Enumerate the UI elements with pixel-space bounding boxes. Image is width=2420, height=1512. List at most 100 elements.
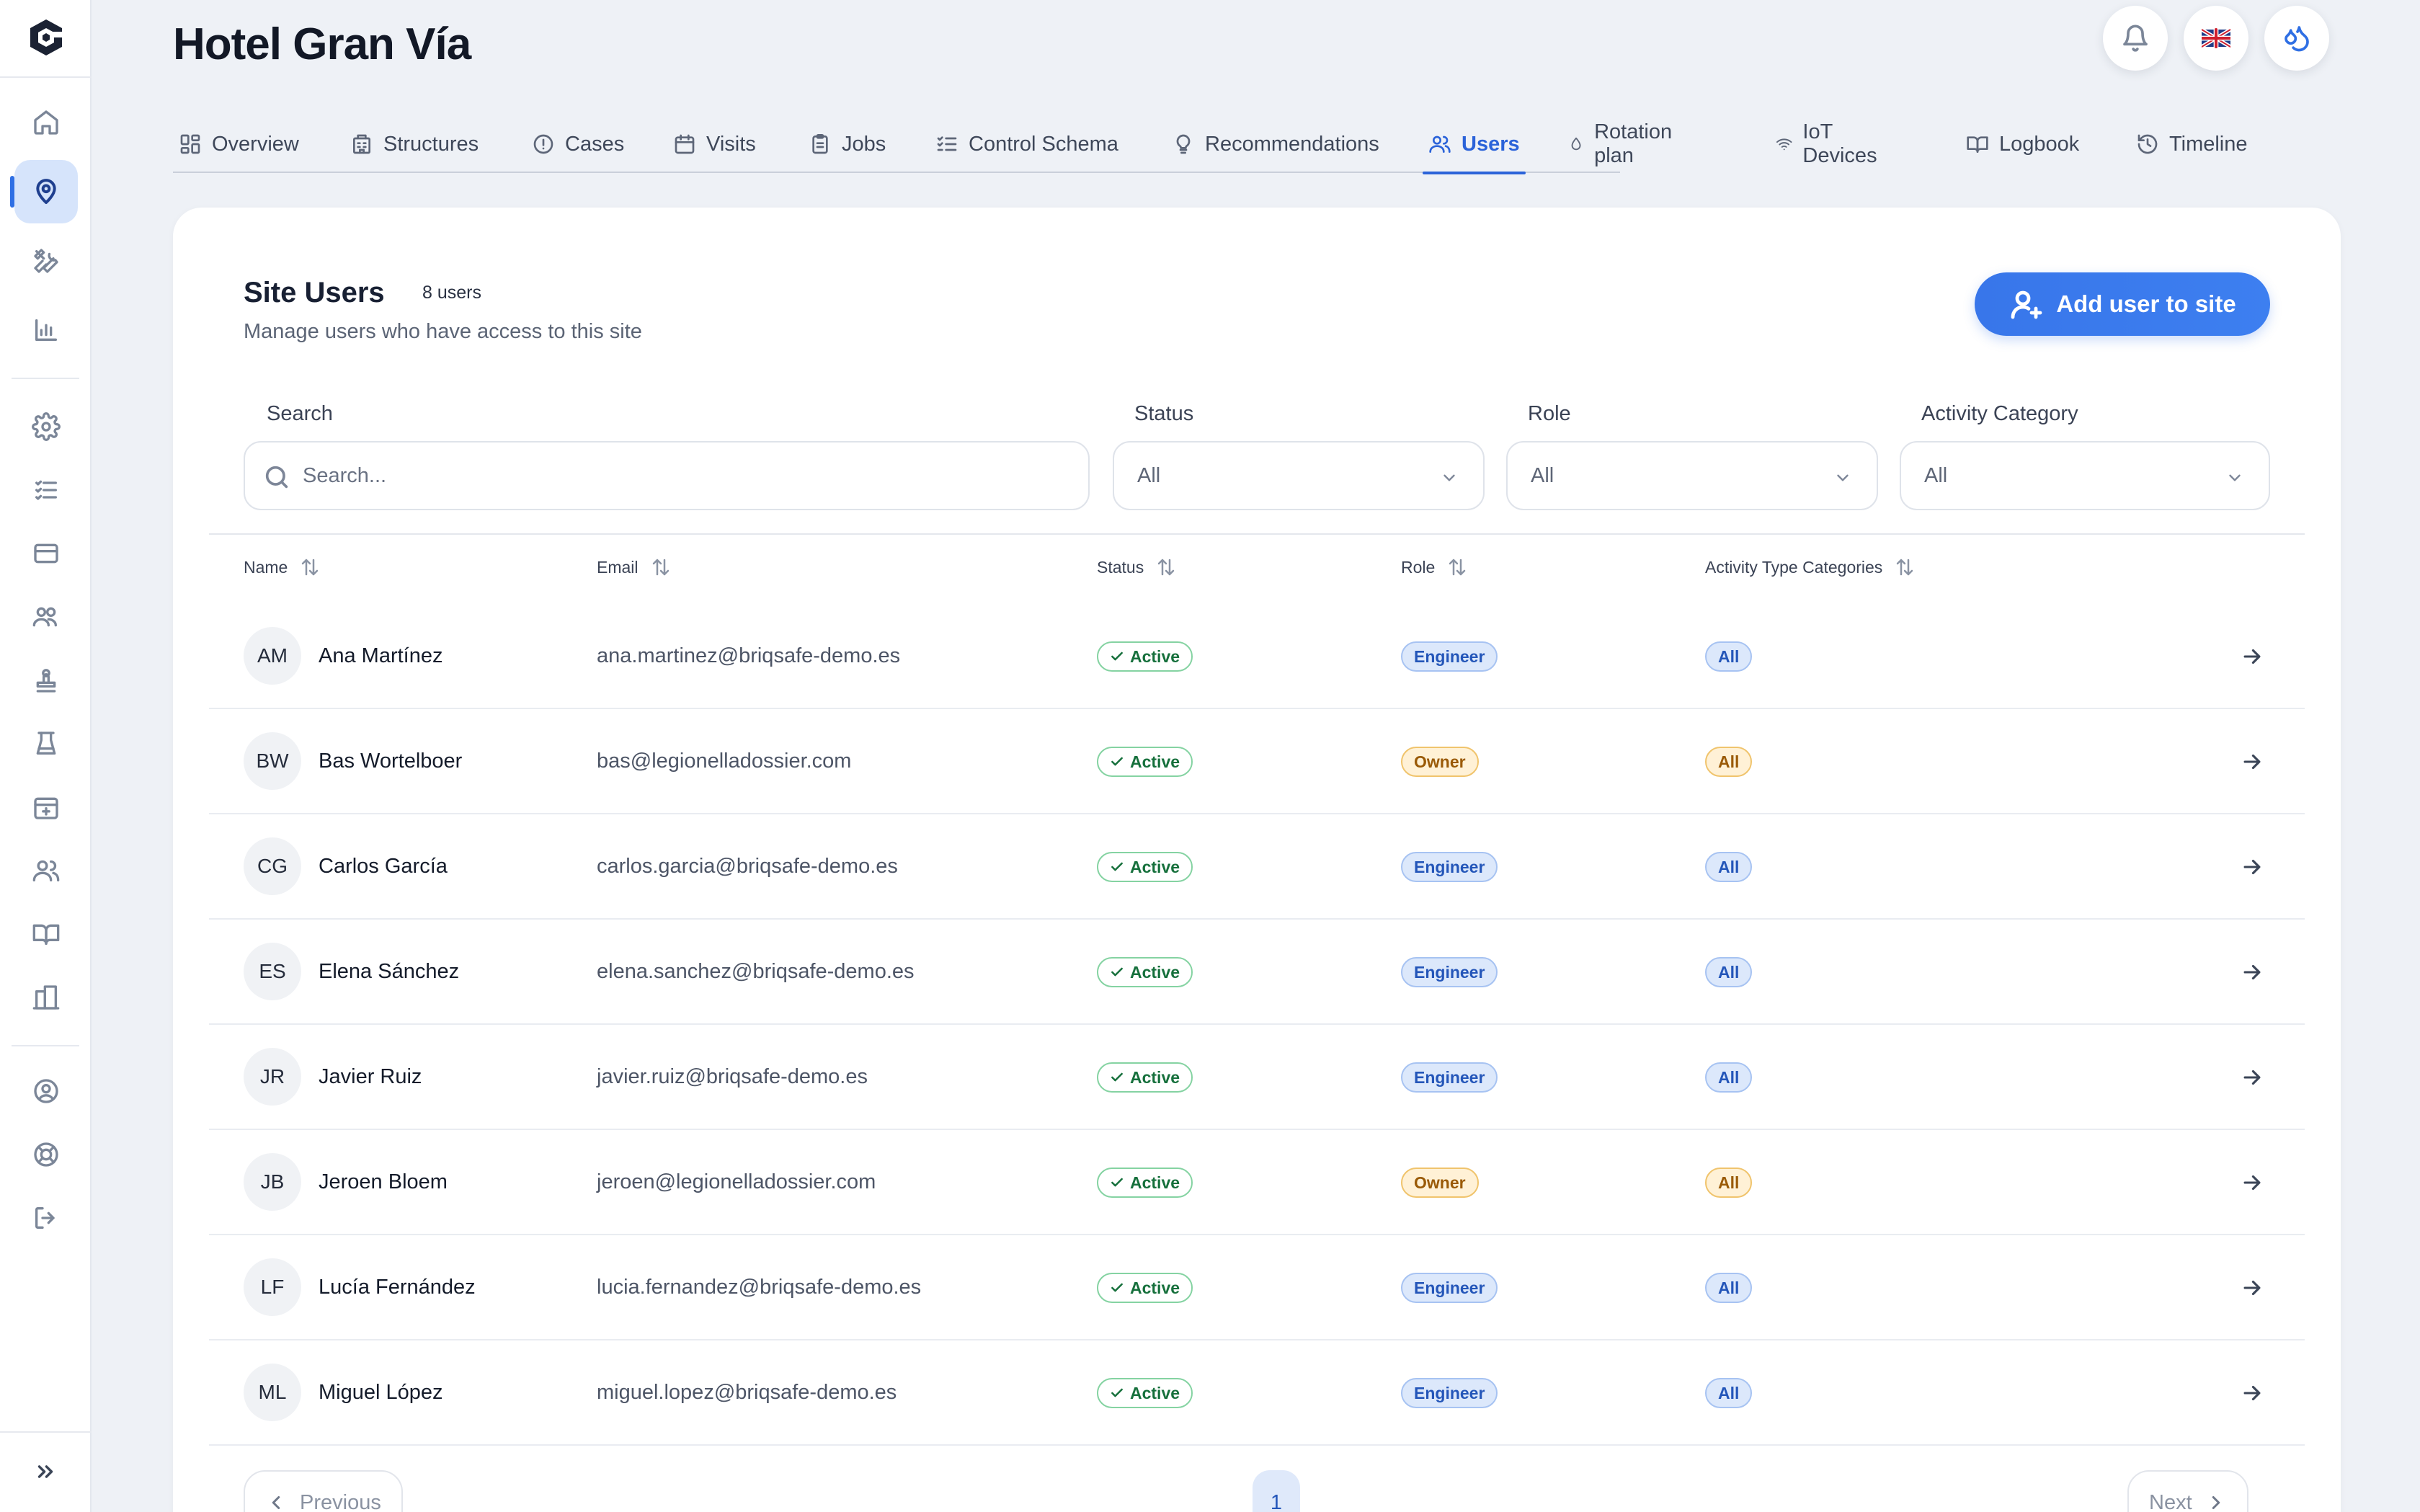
open-user-button[interactable] — [2240, 1170, 2264, 1195]
column-header-name[interactable]: Name — [244, 556, 321, 578]
language-button[interactable] — [2184, 6, 2248, 71]
table-row[interactable]: ES Elena Sánchez elena.sanchez@briqsafe-… — [209, 920, 2305, 1025]
checklist-icon — [35, 480, 58, 500]
table-row[interactable]: JR Javier Ruiz javier.ruiz@briqsafe-demo… — [209, 1025, 2305, 1130]
status-text: Active — [1130, 857, 1180, 876]
role-badge: Engineer — [1401, 957, 1498, 987]
next-label: Next — [2149, 1490, 2192, 1512]
sidebar-item-home[interactable] — [14, 91, 78, 154]
tab-control-schema[interactable]: Control Schema — [930, 115, 1124, 173]
arrow-right-icon — [2243, 964, 2261, 980]
clipboard-icon — [812, 134, 828, 154]
sidebar-item-tasks[interactable] — [14, 458, 78, 522]
table-row[interactable]: BW Bas Wortelboer bas@legionelladossier.… — [209, 709, 2305, 814]
open-user-button[interactable] — [2240, 1276, 2264, 1300]
check-icon — [1111, 652, 1123, 661]
notifications-button[interactable] — [2103, 6, 2168, 71]
column-label: Activity Type Categories — [1705, 557, 1883, 577]
app-logo-icon[interactable] — [27, 17, 65, 58]
status-badge: Active — [1097, 1062, 1193, 1093]
role-badge: Engineer — [1401, 852, 1498, 882]
user-email: jeroen@legionelladossier.com — [597, 1170, 876, 1193]
sidebar-item-teams[interactable] — [14, 585, 78, 649]
sidebar-item-users[interactable] — [14, 839, 78, 902]
tab-rotation-plan[interactable]: Rotation plan — [1562, 115, 1685, 173]
sidebar-item-calendar[interactable] — [14, 775, 78, 839]
tab-visits[interactable]: Visits — [667, 115, 762, 173]
category-badge: All — [1705, 1273, 1753, 1303]
check-icon — [1111, 1283, 1123, 1292]
sidebar-item-billing[interactable] — [14, 522, 78, 585]
open-user-button[interactable] — [2240, 960, 2264, 984]
tab-label: Overview — [212, 132, 299, 156]
droplets-icon — [2285, 26, 2309, 52]
water-theme-button[interactable] — [2264, 6, 2329, 71]
tab-overview[interactable]: Overview — [173, 115, 305, 173]
table-row[interactable]: JB Jeroen Bloem jeroen@legionelladossier… — [209, 1130, 2305, 1235]
droplet-icon — [1571, 137, 1581, 151]
tab-iot-devices[interactable]: IoT Devices — [1770, 115, 1889, 173]
table-row[interactable]: CG Carlos García carlos.garcia@briqsafe-… — [209, 814, 2305, 920]
activity-category-select[interactable]: All — [1900, 441, 2270, 510]
table-row[interactable]: ML Miguel López miguel.lopez@briqsafe-de… — [209, 1340, 2305, 1446]
open-user-button[interactable] — [2240, 855, 2264, 879]
tab-timeline[interactable]: Timeline — [2130, 115, 2254, 173]
tab-structures[interactable]: Structures — [344, 115, 484, 173]
open-user-button[interactable] — [2240, 750, 2264, 774]
status-text: Active — [1130, 1383, 1180, 1402]
sort-icon — [1157, 559, 1175, 576]
open-user-button[interactable] — [2240, 644, 2264, 669]
status-select[interactable]: All — [1113, 441, 1485, 510]
sidebar-item-tools[interactable] — [14, 229, 78, 293]
sidebar-item-logout[interactable] — [14, 1186, 78, 1250]
chevron-right-icon — [2212, 1496, 2220, 1509]
add-user-to-site-button[interactable]: Add user to site — [1975, 272, 2270, 336]
arrow-right-icon — [2243, 649, 2261, 664]
user-email: elena.sanchez@briqsafe-demo.es — [597, 960, 915, 983]
role-filter-label: Role — [1528, 402, 1571, 425]
chevrons-right-icon — [37, 1465, 53, 1478]
user-name: Elena Sánchez — [319, 960, 460, 983]
search-placeholder: Search... — [303, 463, 387, 487]
tab-logbook[interactable]: Logbook — [1960, 115, 2085, 173]
tab-jobs[interactable]: Jobs — [803, 115, 891, 173]
tab-cases[interactable]: Cases — [526, 115, 630, 173]
open-user-button[interactable] — [2240, 1065, 2264, 1090]
sidebar-item-docs[interactable] — [14, 902, 78, 966]
column-header-email[interactable]: Email — [597, 556, 672, 578]
team-icon — [32, 607, 58, 627]
column-header-role[interactable]: Role — [1401, 556, 1468, 578]
table-row[interactable]: LF Lucía Fernández lucia.fernandez@briqs… — [209, 1235, 2305, 1340]
grid-icon — [180, 134, 200, 154]
sidebar-item-help[interactable] — [14, 1123, 78, 1186]
sidebar-item-organizations[interactable] — [14, 966, 78, 1029]
column-header-status[interactable]: Status — [1097, 556, 1177, 578]
category-badge: All — [1705, 747, 1753, 777]
book-open-icon — [32, 924, 60, 945]
table-row[interactable]: AM Ana Martínez ana.martinez@briqsafe-de… — [209, 604, 2305, 709]
wifi-icon — [1776, 138, 1792, 151]
avatar: JR — [244, 1048, 301, 1106]
checklist-icon — [937, 136, 957, 151]
role-badge: Engineer — [1401, 641, 1498, 672]
sidebar-item-stamp[interactable] — [14, 649, 78, 712]
user-plus-icon — [2011, 290, 2042, 319]
search-input[interactable]: Search... — [244, 441, 1090, 510]
sidebar-item-account[interactable] — [14, 1059, 78, 1123]
role-select[interactable]: All — [1506, 441, 1878, 510]
sidebar-item-lab[interactable] — [14, 712, 78, 775]
sidebar-item-sites[interactable] — [10, 160, 78, 223]
sidebar-expand-button[interactable] — [29, 1457, 62, 1486]
sidebar-item-analytics[interactable] — [14, 298, 78, 362]
sidebar-item-settings[interactable] — [14, 395, 78, 458]
calendar-plus-icon — [34, 797, 58, 819]
next-page-button[interactable]: Next — [2127, 1470, 2248, 1512]
check-icon — [1111, 1388, 1123, 1397]
column-header-activity-categories[interactable]: Activity Type Categories — [1705, 556, 1916, 578]
tab-recommendations[interactable]: Recommendations — [1166, 115, 1385, 173]
previous-page-button[interactable]: Previous — [244, 1470, 403, 1512]
tab-users[interactable]: Users — [1423, 115, 1526, 174]
page-number-button[interactable]: 1 — [1253, 1470, 1300, 1512]
sort-icon — [652, 559, 669, 576]
open-user-button[interactable] — [2240, 1381, 2264, 1405]
